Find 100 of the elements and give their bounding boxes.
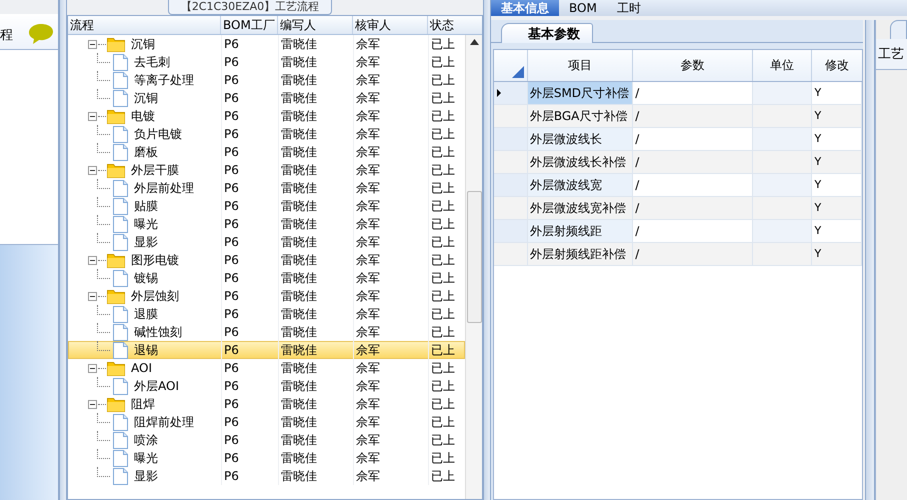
column-header[interactable]: 项目 [528, 50, 634, 81]
table-cell[interactable]: Y [812, 105, 862, 127]
table-cell[interactable] [752, 174, 812, 196]
table-cell[interactable]: Y [812, 220, 862, 242]
column-header[interactable]: 修改 [812, 50, 862, 81]
scroll-up-icon[interactable] [470, 39, 478, 45]
tree-node-label[interactable]: 喷涂 [134, 432, 158, 448]
tree-row[interactable]: 图形电镀 P6 雷晓佳 佘军 已上 [68, 251, 465, 269]
collapse-icon[interactable] [88, 400, 97, 408]
column-header[interactable]: 流程 [68, 16, 221, 34]
table-cell[interactable]: 外层射频线距 [528, 220, 634, 242]
column-header[interactable]: 参数 [633, 50, 753, 81]
table-cell[interactable]: / [633, 174, 753, 196]
tree-node-label[interactable]: 退膜 [134, 306, 158, 322]
tree-row[interactable]: 曝光 P6 雷晓佳 佘军 已上 [68, 215, 465, 233]
tree-node-label[interactable]: 外层蚀刻 [131, 288, 179, 304]
table-cell[interactable]: 外层微波线长 [528, 128, 634, 150]
table-cell[interactable]: Y [812, 197, 862, 219]
collapse-icon[interactable] [88, 256, 97, 264]
table-cell[interactable]: Y [812, 243, 862, 265]
tree-node-label[interactable]: 贴膜 [134, 198, 158, 214]
table-cell[interactable]: Y [812, 128, 862, 150]
tree-node-label[interactable]: 碱性蚀刻 [134, 324, 182, 340]
table-cell[interactable] [752, 243, 812, 265]
splitter-handle[interactable] [865, 20, 875, 500]
tree-row[interactable]: 显影 P6 雷晓佳 佘军 已上 [68, 233, 465, 251]
tree-node-label[interactable]: 外层AOI [134, 378, 179, 394]
tree-node-label[interactable]: 磨板 [134, 144, 158, 160]
table-cell[interactable] [752, 105, 812, 127]
tree-node-label[interactable]: 镀锡 [134, 270, 158, 286]
tree-row[interactable]: 外层AOI P6 雷晓佳 佘军 已上 [68, 377, 465, 395]
column-header[interactable]: BOM工厂 [221, 16, 278, 34]
tree-node-label[interactable]: 显影 [134, 468, 158, 484]
collapse-icon[interactable] [88, 292, 97, 300]
tab[interactable]: 基本信息 [491, 0, 559, 16]
table-cell[interactable]: 外层微波线宽 [528, 174, 634, 196]
collapse-icon[interactable] [88, 364, 97, 372]
table-cell[interactable]: Y [812, 151, 862, 173]
column-header[interactable]: 单位 [752, 50, 812, 81]
tab[interactable]: 基本参数 [501, 23, 593, 43]
table-cell[interactable]: / [633, 151, 753, 173]
tree-node-label[interactable]: 负片电镀 [134, 126, 182, 142]
tree-row[interactable]: 外层蚀刻 P6 雷晓佳 佘军 已上 [68, 287, 465, 305]
tree-row[interactable]: 阻焊前处理 P6 雷晓佳 佘军 已上 [68, 413, 465, 431]
splitter-handle[interactable] [59, 0, 67, 500]
collapse-icon[interactable] [88, 112, 97, 120]
tab[interactable]: BOM [559, 0, 607, 16]
table-cell[interactable]: / [633, 197, 753, 219]
table-cell[interactable]: 外层射频线距补偿 [528, 243, 634, 265]
tree-row[interactable]: 显影 P6 雷晓佳 佘军 已上 [68, 467, 465, 485]
table-cell[interactable]: 外层BGA尺寸补偿 [528, 105, 634, 127]
table-cell[interactable]: / [633, 105, 753, 127]
tree-node-label[interactable]: 电镀 [131, 108, 155, 124]
table-cell[interactable]: / [633, 128, 753, 150]
tree-row[interactable]: 电镀 P6 雷晓佳 佘军 已上 [68, 107, 465, 125]
tree-node-label[interactable]: 沉铜 [134, 90, 158, 106]
tab[interactable]: 工时 [606, 0, 651, 16]
tree-row[interactable]: 退锡 P6 雷晓佳 佘军 已上 [68, 341, 465, 359]
tree-node-label[interactable]: 外层前处理 [134, 180, 194, 196]
tree-node-label[interactable]: 曝光 [134, 450, 158, 466]
tree-node-label[interactable]: 曝光 [134, 216, 158, 232]
table-cell[interactable]: / [633, 82, 753, 104]
tree-node-label[interactable]: 阻焊 [131, 396, 155, 412]
tree-row[interactable]: 等离子处理 P6 雷晓佳 佘军 已上 [68, 71, 465, 89]
collapse-icon[interactable] [88, 166, 97, 174]
tree-row[interactable]: 沉铜 P6 雷晓佳 佘军 已上 [68, 35, 465, 53]
table-cell[interactable]: Y [812, 174, 862, 196]
flow-tab[interactable]: 【2C1C30EZA0】工艺流程 [168, 0, 332, 15]
column-header[interactable]: 状态 [428, 16, 465, 34]
tree-row[interactable]: 喷涂 P6 雷晓佳 佘军 已上 [68, 431, 465, 449]
row-header[interactable] [494, 82, 528, 104]
tree-row[interactable]: 磨板 P6 雷晓佳 佘军 已上 [68, 143, 465, 161]
tree-row[interactable]: AOI P6 雷晓佳 佘军 已上 [68, 359, 465, 377]
table-cell[interactable] [752, 220, 812, 242]
table-cell[interactable]: Y [812, 82, 862, 104]
tree-node-label[interactable]: 外层干膜 [131, 162, 179, 178]
tree-node-label[interactable]: 去毛刺 [134, 54, 170, 70]
table-cell[interactable] [752, 197, 812, 219]
table-cell[interactable]: 外层微波线长补偿 [528, 151, 634, 173]
table-cell[interactable]: 外层微波线宽补偿 [528, 197, 634, 219]
table-cell[interactable] [752, 82, 812, 104]
side-tab[interactable] [890, 20, 907, 39]
tree-row[interactable]: 外层干膜 P6 雷晓佳 佘军 已上 [68, 161, 465, 179]
column-header[interactable]: 核审人 [353, 16, 428, 34]
tree-row[interactable]: 贴膜 P6 雷晓佳 佘军 已上 [68, 197, 465, 215]
tree-row[interactable]: 退膜 P6 雷晓佳 佘军 已上 [68, 305, 465, 323]
table-cell[interactable]: 外层SMD尺寸补偿 [528, 82, 634, 104]
tree-node-label[interactable]: 图形电镀 [131, 252, 179, 268]
table-cell[interactable]: / [633, 243, 753, 265]
tree-node-label[interactable]: 沉铜 [131, 36, 155, 52]
table-cell[interactable] [752, 128, 812, 150]
tree-row[interactable]: 沉铜 P6 雷晓佳 佘军 已上 [68, 89, 465, 107]
tree-node-label[interactable]: 显影 [134, 234, 158, 250]
collapse-icon[interactable] [88, 40, 97, 48]
splitter-handle[interactable] [483, 0, 491, 500]
corner-header[interactable] [494, 50, 528, 81]
tree-row[interactable]: 曝光 P6 雷晓佳 佘军 已上 [68, 449, 465, 467]
scroll-thumb[interactable] [466, 191, 482, 323]
column-header[interactable]: 编写人 [278, 16, 353, 34]
tree-node-label[interactable]: 等离子处理 [134, 72, 194, 88]
